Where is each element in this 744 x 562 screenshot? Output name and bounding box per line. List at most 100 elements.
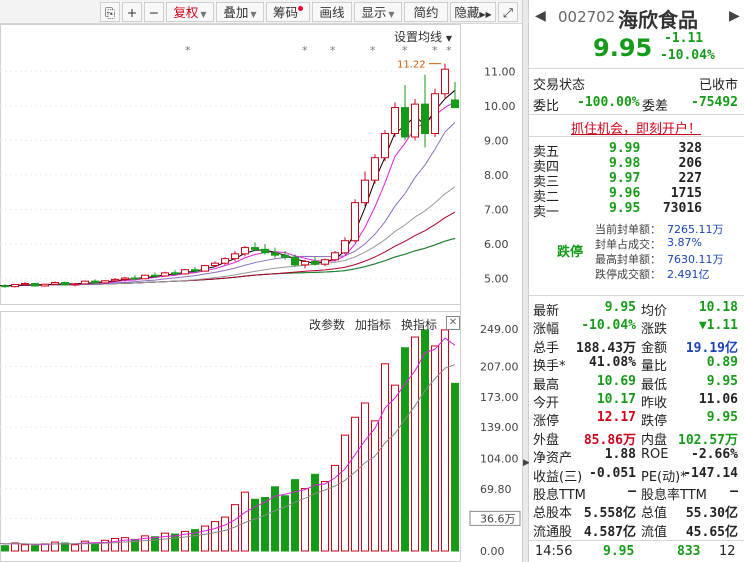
candle-body	[451, 99, 459, 109]
stat-value: 102.57万	[678, 432, 738, 448]
diejia-label: 叠加	[223, 5, 249, 20]
event-marker-icon: *	[330, 44, 336, 57]
huaxian-button[interactable]: 画线	[312, 2, 352, 22]
collapse-arrow-icon[interactable]: ▶	[523, 458, 530, 468]
price-tick-label: 11.00	[484, 65, 516, 78]
open-account-link[interactable]: 抓住机会，即刻开户！	[571, 118, 701, 137]
price-change-pct: -10.04%	[660, 48, 715, 63]
chouma-button[interactable]: 筹码	[266, 2, 310, 22]
stat-label: 换手*	[533, 359, 566, 375]
stock-name: 海欣食品	[618, 8, 698, 32]
stat-label: 流值	[641, 524, 668, 540]
stat-value: 10.69	[596, 373, 636, 389]
volume-bar	[111, 538, 119, 552]
volume-tick-label: 104.00	[480, 452, 519, 465]
volume-bar	[211, 521, 219, 552]
candle-body	[111, 278, 119, 282]
stat-label: 净资产	[533, 451, 573, 467]
candle-body	[1, 285, 9, 288]
kline-chart-area[interactable]: 11.00 10.00 9.00 8.00 7.00 6.00 5.00 249.00 207.…	[0, 24, 522, 562]
volume-bar	[381, 363, 389, 552]
volume-bar	[361, 402, 369, 552]
close-icon[interactable]: ✕	[446, 316, 460, 330]
stat-label: 最新	[533, 304, 560, 319]
zoom-in-icon[interactable]: +	[122, 2, 142, 22]
candle-body	[121, 277, 129, 280]
candle-body	[401, 107, 409, 138]
stat-value: 9.95	[706, 373, 738, 389]
event-marker-icon: *	[446, 44, 452, 57]
current-price: 9.95	[593, 34, 653, 62]
candle-body	[81, 280, 89, 285]
candle-body	[191, 269, 199, 272]
jianyue-button[interactable]: 简约	[404, 2, 448, 22]
indicator-swap-button[interactable]: 换指标	[401, 316, 437, 333]
stat-value: ▼1.11	[698, 318, 738, 334]
chevron-down-icon: ▼	[200, 10, 207, 19]
nav-next-icon[interactable]: ▶	[729, 8, 740, 24]
candle-body	[131, 277, 139, 280]
stat-value: 11.06	[698, 392, 738, 407]
price-tick-label: 7.00	[484, 204, 509, 217]
nav-prev-icon[interactable]: ◀	[535, 8, 546, 24]
candle-body	[351, 202, 359, 242]
candle-body	[101, 280, 109, 284]
sell-level-price: 9.99	[609, 141, 641, 156]
sell-level-volume: 1715	[670, 186, 702, 201]
zoom-out-icon[interactable]: −	[144, 2, 164, 22]
candle-body	[381, 133, 389, 159]
weibi-value: -100.00%	[577, 95, 640, 110]
divider	[529, 540, 744, 541]
stat-value: 5.558亿	[583, 506, 636, 522]
panel-splitter[interactable]: ▶	[522, 0, 530, 562]
stat-row: 涨幅 -10.04% 涨跌 ▼1.11	[529, 318, 744, 337]
setting-ma-button[interactable]: 设置均线 ▼	[394, 28, 452, 45]
stat-label: 今开	[533, 396, 560, 411]
stat-value: 4.587亿	[583, 524, 636, 540]
seal-label: 封单占成交：	[595, 238, 661, 251]
sell-level-volume: 328	[678, 141, 702, 156]
seal-label: 最高封单额：	[595, 253, 661, 266]
candle-body	[11, 284, 19, 288]
xianshi-button[interactable]: 显示 ▼	[354, 2, 402, 22]
stat-label: 总手	[533, 340, 560, 356]
candle-body	[281, 254, 289, 258]
stat-row: 总手 188.43万 金额 19.19亿	[529, 337, 744, 356]
volume-tick-label: 36.6万	[480, 512, 516, 525]
price-tick-label: 5.00	[484, 273, 509, 286]
candle-body	[61, 282, 69, 286]
volume-bar	[261, 497, 269, 552]
stat-row: 涨停 12.17 跌停 9.95	[529, 410, 744, 429]
sell-level-volume: 206	[678, 156, 702, 171]
price-tick-label: 6.00	[484, 238, 509, 251]
sell-level-label: 卖一	[533, 205, 560, 220]
tick-price: 9.95	[603, 544, 635, 559]
indicator-params-button[interactable]: 改参数	[309, 316, 345, 333]
stock-chart-app: ⎘ + − 复权 ▼ 叠加 ▼ 筹码 画线 显示 ▼ 简约 隐藏▶▶ ⤢ 11.00 1…	[0, 0, 744, 562]
candle-body	[421, 103, 429, 135]
volume-tick-label: 0.00	[480, 545, 505, 558]
chevron-down-icon: ▼	[250, 10, 257, 19]
restore-icon[interactable]: ⎘	[100, 2, 120, 22]
yincang-button[interactable]: 隐藏▶▶	[450, 2, 496, 22]
volume-bar	[351, 416, 359, 552]
weicha-label: 委差	[642, 99, 669, 114]
candle-body	[371, 157, 379, 181]
diejia-button[interactable]: 叠加 ▼	[216, 2, 264, 22]
fuquan-button[interactable]: 复权 ▼	[166, 2, 214, 22]
volume-bar	[31, 545, 39, 552]
ma-line	[0, 101, 456, 287]
volume-bar	[451, 382, 459, 552]
seal-label: 跌停成交额：	[595, 268, 661, 281]
stat-row: 最新 9.95 均价 10.18	[529, 300, 744, 319]
sell-level-row[interactable]: 卖一 9.95 73016	[529, 201, 744, 220]
indicator-add-button[interactable]: 加指标	[355, 316, 391, 333]
stat-label: ROE	[641, 447, 669, 463]
expand-icon[interactable]: ⤢	[498, 2, 518, 22]
stat-label: 均价	[641, 304, 668, 319]
kline-svg: 11.00 10.00 9.00 8.00 7.00 6.00 5.00 249.00 207.…	[0, 24, 521, 562]
stat-label: 内盘	[641, 432, 668, 448]
stat-value: 41.08%	[589, 355, 636, 371]
trade-status-value: 已收市	[698, 78, 738, 93]
stat-row: 股息TTM — 股息率TTM —	[529, 484, 744, 503]
